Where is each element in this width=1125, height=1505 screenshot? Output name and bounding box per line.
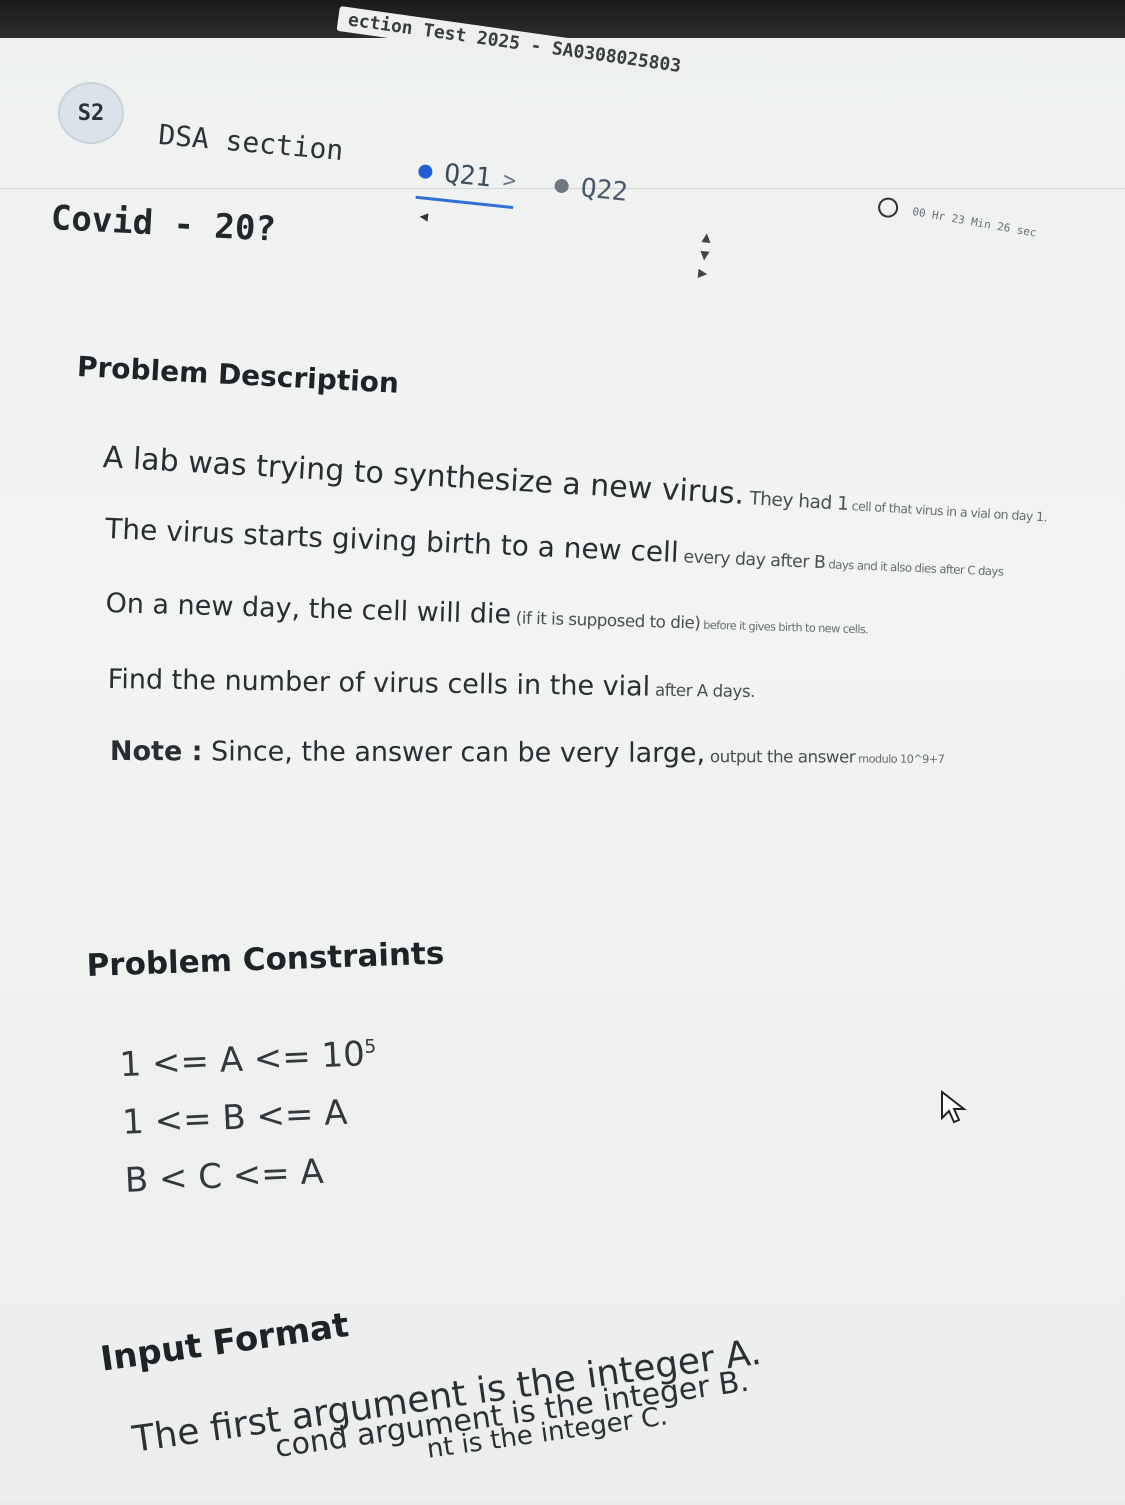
problem-description-heading: Problem Description [76,350,400,400]
problem-content: Problem Description A lab was trying to … [0,0,1125,1500]
description-line-2: The virus starts giving birth to a new c… [104,512,1004,579]
description-line-1: A lab was trying to synthesize a new vir… [101,440,1048,525]
description-line-4: Find the number of virus cells in the vi… [107,664,756,703]
constraint-2: 1 <= B <= A [121,1093,349,1144]
mouse-cursor-icon [941,1090,967,1124]
description-note: Note : Since, the answer can be very lar… [109,736,945,770]
page-background: ection Test 2025 - SA0308025803 S2 DSA s… [0,0,1125,1500]
constraints-list: 1 <= A <= 105 1 <= B <= A B < C <= A [118,1018,383,1210]
input-format-heading: Input Format [98,1305,352,1380]
constraint-1: 1 <= A <= 105 [118,1034,377,1086]
problem-constraints-heading: Problem Constraints [86,935,445,984]
description-line-3: On a new day, the cell will die (if it i… [105,588,869,637]
constraint-3: B < C <= A [123,1152,325,1202]
